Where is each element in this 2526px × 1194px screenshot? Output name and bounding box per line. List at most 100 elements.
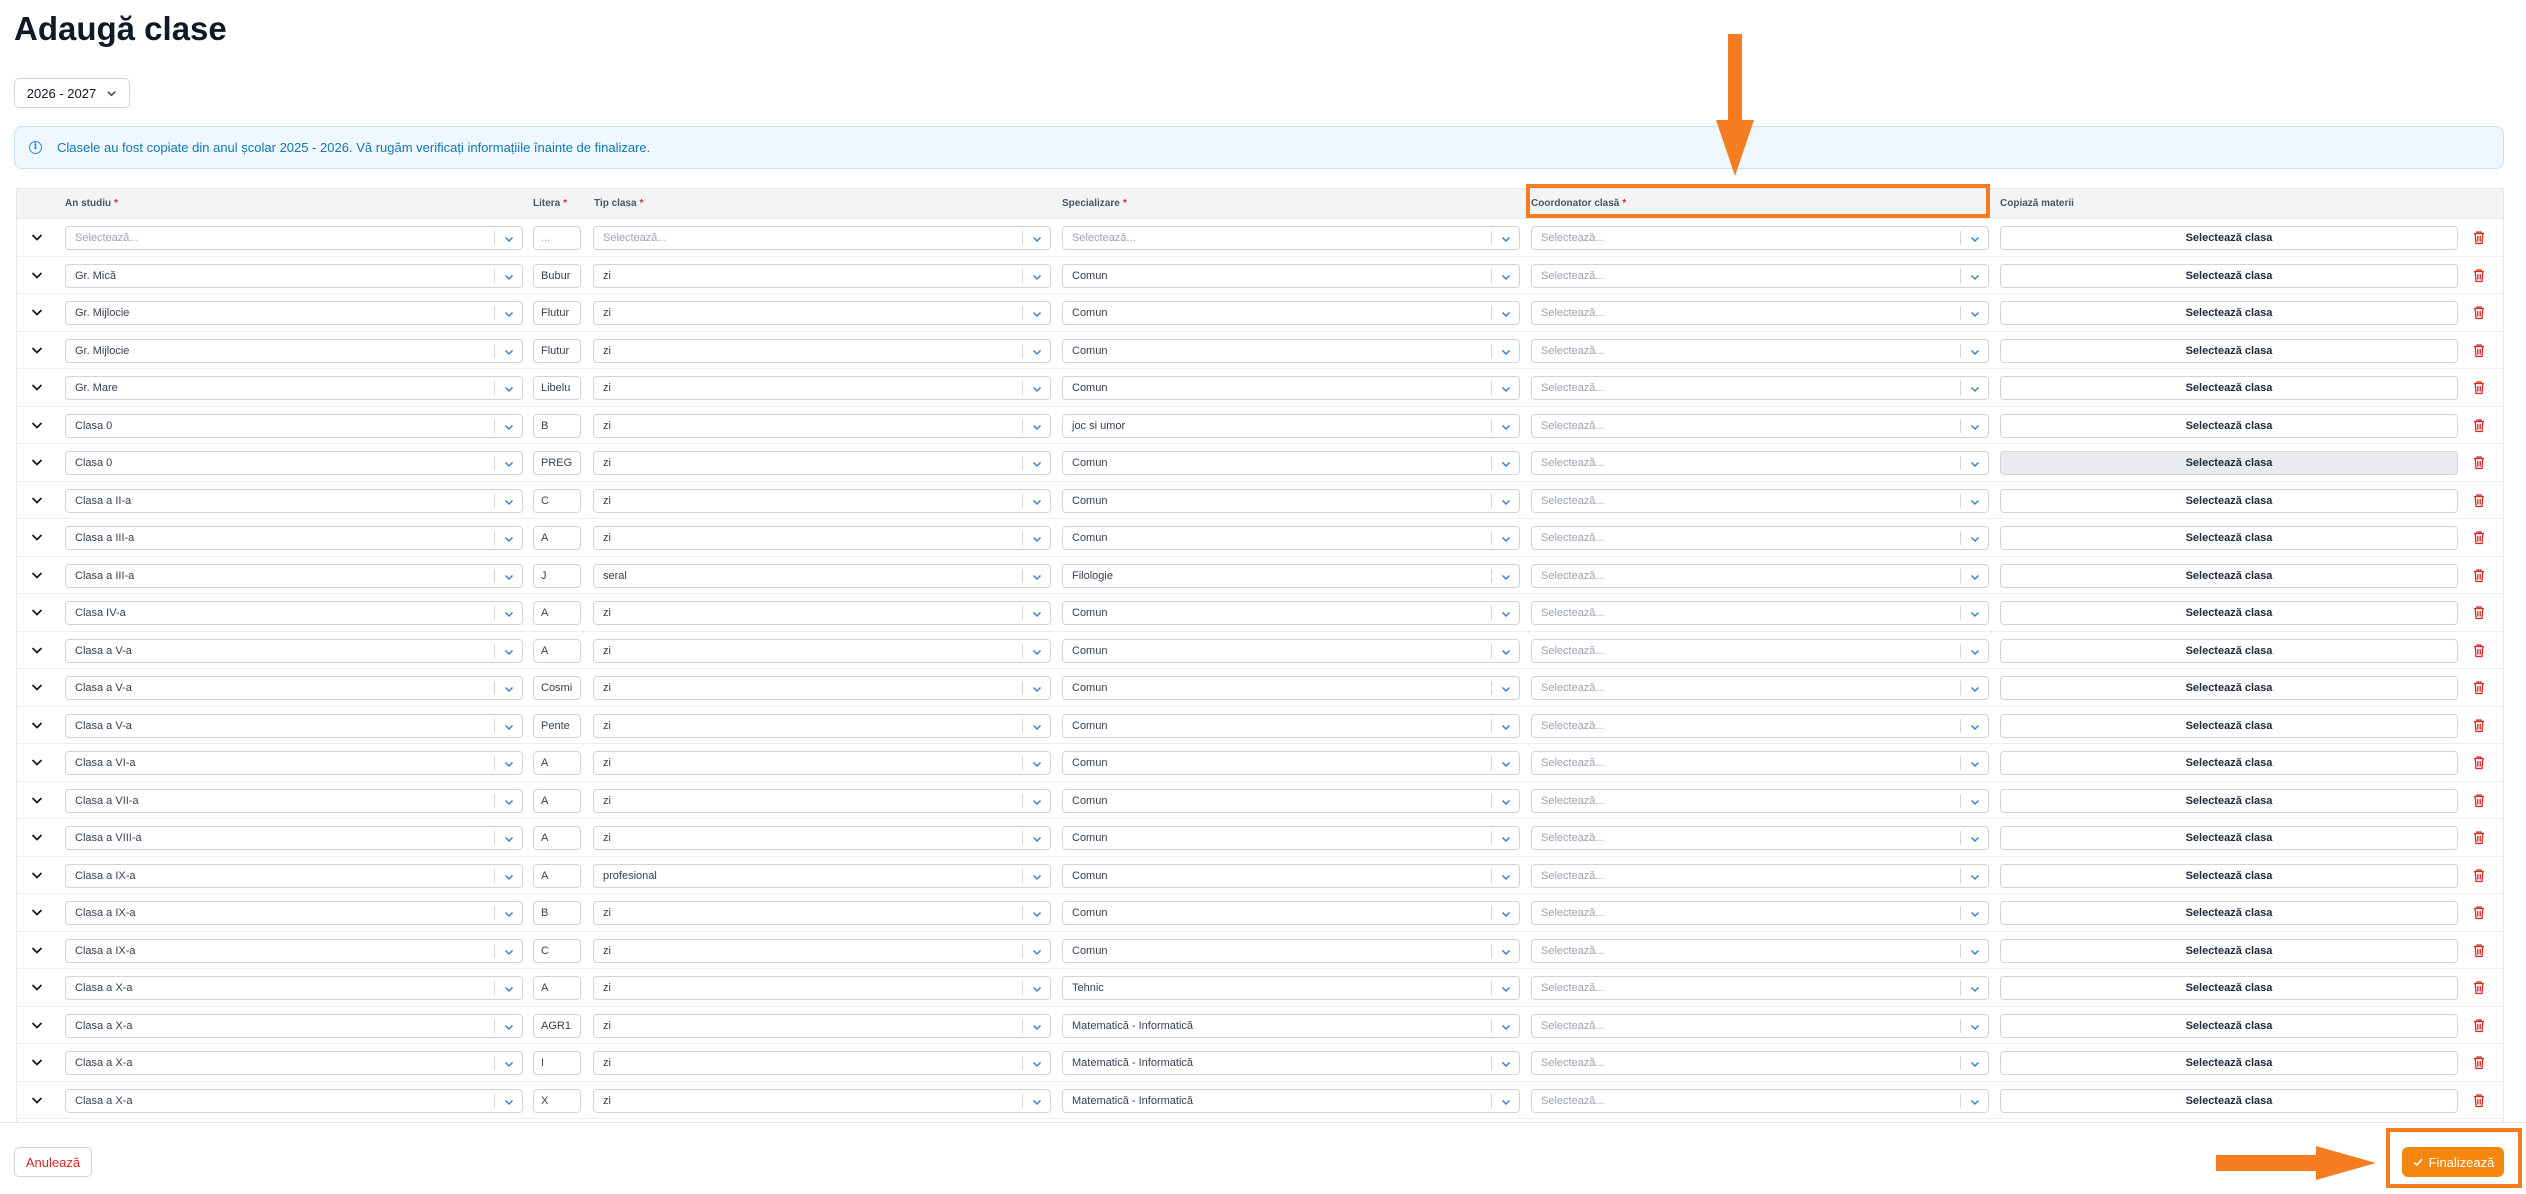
copy-materii-button[interactable]: Selectează clasa xyxy=(2000,1088,2458,1113)
tip-clasa-select[interactable]: zi xyxy=(593,1088,1051,1113)
school-year-select[interactable]: 2026 - 2027 xyxy=(14,78,130,108)
coordonator-select[interactable]: Selectează... xyxy=(1531,526,1989,550)
tip-clasa-select[interactable]: Selectează... xyxy=(593,226,1051,250)
specializare-select[interactable]: Comun xyxy=(1062,713,1520,738)
trash-icon[interactable] xyxy=(2472,343,2486,358)
an-studiu-select[interactable]: Clasa 0 xyxy=(65,413,523,438)
specializare-select[interactable]: Comun xyxy=(1062,863,1520,888)
tip-clasa-select[interactable]: zi xyxy=(593,338,1051,363)
tip-clasa-select[interactable]: zi xyxy=(593,301,1051,325)
expand-row-button[interactable] xyxy=(30,1018,44,1032)
an-studiu-select[interactable]: Clasa a IX-a xyxy=(65,938,523,963)
copy-materii-button[interactable]: Selectează clasa xyxy=(2000,338,2458,363)
an-studiu-select[interactable]: Selectează... xyxy=(65,226,523,250)
litera-input[interactable]: Cosmi xyxy=(533,676,581,700)
coordonator-select[interactable]: Selectează... xyxy=(1531,301,1989,325)
copy-materii-button[interactable]: Selectează clasa xyxy=(2000,638,2458,663)
tip-clasa-select[interactable]: zi xyxy=(593,788,1051,813)
specializare-select[interactable]: Selectează... xyxy=(1062,226,1520,250)
coordonator-select[interactable]: Selectează... xyxy=(1531,563,1989,588)
copy-materii-button[interactable]: Selectează clasa xyxy=(2000,226,2458,250)
trash-icon[interactable] xyxy=(2472,643,2486,658)
litera-input[interactable]: Libelu xyxy=(533,376,581,400)
litera-input[interactable]: A xyxy=(533,863,581,888)
litera-input[interactable]: A xyxy=(533,601,581,625)
trash-icon[interactable] xyxy=(2472,1093,2486,1108)
copy-materii-button[interactable]: Selectează clasa xyxy=(2000,863,2458,888)
expand-row-button[interactable] xyxy=(30,268,44,282)
specializare-select[interactable]: Comun xyxy=(1062,676,1520,700)
an-studiu-select[interactable]: Clasa a VI-a xyxy=(65,751,523,775)
tip-clasa-select[interactable]: zi xyxy=(593,263,1051,288)
copy-materii-button[interactable]: Selectează clasa xyxy=(2000,413,2458,438)
coordonator-select[interactable]: Selectează... xyxy=(1531,601,1989,625)
coordonator-select[interactable]: Selectează... xyxy=(1531,676,1989,700)
copy-materii-button[interactable]: Selectează clasa xyxy=(2000,938,2458,963)
trash-icon[interactable] xyxy=(2472,268,2486,283)
specializare-select[interactable]: joc si umor xyxy=(1062,413,1520,438)
copy-materii-button[interactable]: Selectează clasa xyxy=(2000,301,2458,325)
trash-icon[interactable] xyxy=(2472,605,2486,620)
tip-clasa-select[interactable]: zi xyxy=(593,751,1051,775)
litera-input[interactable]: I xyxy=(533,1051,581,1075)
litera-input[interactable]: J xyxy=(533,563,581,588)
litera-input[interactable]: Bubur xyxy=(533,263,581,288)
finalize-button[interactable]: Finalizează xyxy=(2402,1147,2504,1177)
trash-icon[interactable] xyxy=(2472,980,2486,995)
coordonator-select[interactable]: Selectează... xyxy=(1531,226,1989,250)
copy-materii-button[interactable]: Selectează clasa xyxy=(2000,751,2458,775)
an-studiu-select[interactable]: Clasa a VII-a xyxy=(65,788,523,813)
litera-input[interactable]: C xyxy=(533,488,581,513)
trash-icon[interactable] xyxy=(2472,230,2486,245)
tip-clasa-select[interactable]: zi xyxy=(593,488,1051,513)
coordonator-select[interactable]: Selectează... xyxy=(1531,788,1989,813)
trash-icon[interactable] xyxy=(2472,305,2486,320)
coordonator-select[interactable]: Selectează... xyxy=(1531,488,1989,513)
trash-icon[interactable] xyxy=(2472,530,2486,545)
specializare-select[interactable]: Matematică - Informatică xyxy=(1062,1013,1520,1038)
coordonator-select[interactable]: Selectează... xyxy=(1531,376,1989,400)
specializare-select[interactable]: Matematică - Informatică xyxy=(1062,1051,1520,1075)
tip-clasa-select[interactable]: zi xyxy=(593,638,1051,663)
tip-clasa-select[interactable]: zi xyxy=(593,376,1051,400)
specializare-select[interactable]: Comun xyxy=(1062,938,1520,963)
expand-row-button[interactable] xyxy=(30,680,44,694)
tip-clasa-select[interactable]: seral xyxy=(593,563,1051,588)
an-studiu-select[interactable]: Gr. Mică xyxy=(65,263,523,288)
an-studiu-select[interactable]: Clasa a X-a xyxy=(65,976,523,1000)
trash-icon[interactable] xyxy=(2472,680,2486,695)
trash-icon[interactable] xyxy=(2472,718,2486,733)
tip-clasa-select[interactable]: zi xyxy=(593,413,1051,438)
trash-icon[interactable] xyxy=(2472,793,2486,808)
coordonator-select[interactable]: Selectează... xyxy=(1531,1088,1989,1113)
trash-icon[interactable] xyxy=(2472,755,2486,770)
specializare-select[interactable]: Comun xyxy=(1062,338,1520,363)
specializare-select[interactable]: Comun xyxy=(1062,788,1520,813)
expand-row-button[interactable] xyxy=(30,568,44,582)
litera-input[interactable]: A xyxy=(533,751,581,775)
tip-clasa-select[interactable]: zi xyxy=(593,676,1051,700)
specializare-select[interactable]: Comun xyxy=(1062,901,1520,925)
specializare-select[interactable]: Comun xyxy=(1062,751,1520,775)
coordonator-select[interactable]: Selectează... xyxy=(1531,263,1989,288)
specializare-select[interactable]: Comun xyxy=(1062,376,1520,400)
tip-clasa-select[interactable]: zi xyxy=(593,526,1051,550)
an-studiu-select[interactable]: Clasa a X-a xyxy=(65,1013,523,1038)
coordonator-select[interactable]: Selectează... xyxy=(1531,751,1989,775)
trash-icon[interactable] xyxy=(2472,943,2486,958)
an-studiu-select[interactable]: Clasa a X-a xyxy=(65,1088,523,1113)
an-studiu-select[interactable]: Clasa a IX-a xyxy=(65,863,523,888)
specializare-select[interactable]: Comun xyxy=(1062,263,1520,288)
an-studiu-select[interactable]: Clasa a VIII-a xyxy=(65,826,523,850)
litera-input[interactable]: A xyxy=(533,826,581,850)
specializare-select[interactable]: Matematică - Informatică xyxy=(1062,1088,1520,1113)
specializare-select[interactable]: Comun xyxy=(1062,488,1520,513)
copy-materii-button[interactable]: Selectează clasa xyxy=(2000,563,2458,588)
litera-input[interactable]: A xyxy=(533,526,581,550)
specializare-select[interactable]: Comun xyxy=(1062,451,1520,475)
trash-icon[interactable] xyxy=(2472,1018,2486,1033)
expand-row-button[interactable] xyxy=(30,455,44,469)
expand-row-button[interactable] xyxy=(30,980,44,994)
expand-row-button[interactable] xyxy=(30,793,44,807)
copy-materii-button[interactable]: Selectează clasa xyxy=(2000,826,2458,850)
